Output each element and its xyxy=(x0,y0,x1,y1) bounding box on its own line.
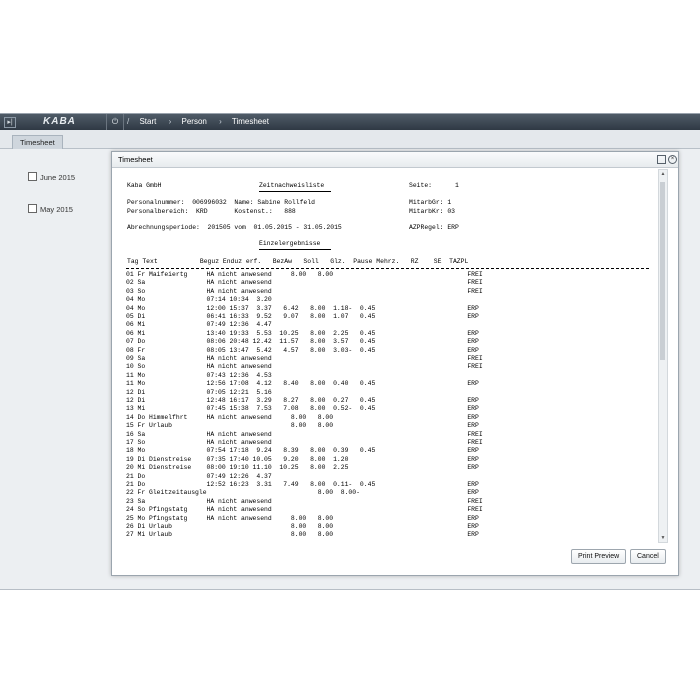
table-row: 24 So Pfingstatg HA nicht anwesend FREI xyxy=(126,506,483,514)
table-row: 17 So HA nicht anwesend FREI xyxy=(126,439,483,446)
table-row: 22 Fr Gleitzeitausgle 8.00 8.00- ERP xyxy=(126,489,479,497)
table-row: 04 Mo 12:00 15:37 3.37 6.42 8.00 1.18- 0… xyxy=(126,304,479,312)
tab-strip: Timesheet xyxy=(0,130,700,149)
table-row: 04 Mo 07:14 10:34 3.20 xyxy=(126,296,272,304)
page-number: 1 xyxy=(455,182,459,189)
table-row: 15 Fr Urlaub 8.00 8.00 ERP xyxy=(126,422,479,430)
employee-group: MitarbGr: 1 xyxy=(409,199,452,206)
breadcrumb: / Start › Person › Timesheet xyxy=(127,114,279,130)
table-row: 27 Mi Urlaub 8.00 8.00 ERP xyxy=(126,531,479,539)
maximize-icon[interactable] xyxy=(657,155,666,164)
company-name: Kaba GmbH xyxy=(127,182,162,189)
report-content: Kaba GmbH Zeitnachweisliste Seite: 1 Per… xyxy=(119,169,656,541)
dialog-titlebar: Timesheet × xyxy=(112,152,678,168)
scroll-down-icon[interactable]: ▼ xyxy=(659,534,667,542)
table-row: 03 So HA nicht anwesend FREI xyxy=(126,287,483,295)
column-header: Tag Text Beguz Enduz erf. BezAw Soll Glz… xyxy=(127,258,469,265)
dialog-title: Timesheet xyxy=(118,155,153,164)
table-row: 14 Do Himmelfhrt HA nicht anwesend 8.00 … xyxy=(126,413,479,421)
chevron-right-icon: › xyxy=(168,117,172,126)
breadcrumb-timesheet[interactable]: Timesheet xyxy=(232,117,269,126)
table-row: 10 So HA nicht anwesend FREI xyxy=(126,363,483,371)
table-row: 25 Mo Pfingstatg HA nicht anwesend 8.00 … xyxy=(126,514,479,522)
close-icon[interactable]: × xyxy=(668,155,677,164)
sidebar-item-june-2015[interactable]: June 2015 xyxy=(28,172,75,182)
cancel-button[interactable]: Cancel xyxy=(630,549,666,564)
table-row: 26 Di Urlaub 8.00 8.00 ERP xyxy=(126,523,479,530)
table-row: 12 Di 12:48 16:17 3.29 8.27 8.00 0.27 0.… xyxy=(126,397,479,404)
breadcrumb-start[interactable]: Start xyxy=(139,117,156,126)
table-row: 08 Fr 08:05 13:47 5.42 4.57 8.00 3.03- 0… xyxy=(126,346,479,354)
top-navigation-bar: ▸| KABA ⏻ / Start › Person › Timesheet xyxy=(0,114,700,130)
application-window: ▸| KABA ⏻ / Start › Person › Timesheet T… xyxy=(0,113,700,590)
table-row: 07 Do 08:06 20:48 12.42 11.57 8.00 3.57 … xyxy=(126,338,479,346)
title-underline xyxy=(259,191,331,192)
tab-timesheet[interactable]: Timesheet xyxy=(12,135,63,149)
table-row: 06 Mi 07:49 12:36 4.47 xyxy=(126,321,272,329)
scrollbar-thumb[interactable] xyxy=(660,182,665,360)
power-icon[interactable]: ⏻ xyxy=(106,114,124,130)
chevron-right-icon: › xyxy=(219,117,222,126)
employee-circle: MitarbKr: 03 xyxy=(409,208,456,215)
table-row: 21 Do 12:52 16:23 3.31 7.49 8.00 0.11- 0… xyxy=(126,481,479,488)
table-row: 11 Mo 07:43 12:36 4.53 xyxy=(126,371,272,379)
breadcrumb-person[interactable]: Person xyxy=(182,117,207,126)
table-row: 05 Di 06:41 16:33 9.52 9.07 8.00 1.07 0.… xyxy=(126,313,479,320)
header-divider xyxy=(126,268,649,269)
calendar-icon xyxy=(28,204,37,213)
table-row: 16 Sa HA nicht anwesend FREI xyxy=(126,430,483,438)
table-row: 09 Sa HA nicht anwesend FREI xyxy=(126,355,483,362)
breadcrumb-separator-icon: / xyxy=(127,117,130,126)
table-row: 20 Mi Dienstreise 08:00 19:10 11.10 10.2… xyxy=(126,464,479,472)
brand-area: ▸| KABA xyxy=(0,114,106,130)
time-rule: AZPRegel: ERP xyxy=(409,224,459,231)
sidebar-item-label: May 2015 xyxy=(40,205,73,214)
table-row: 01 Fr Maifeiertg HA nicht anwesend 8.00 … xyxy=(126,271,483,278)
table-row: 23 Sa HA nicht anwesend FREI xyxy=(126,497,483,505)
table-row: 13 Mi 07:45 15:38 7.53 7.08 8.00 0.52- 0… xyxy=(126,405,479,413)
personnel-area-line: Personalbereich: KRD Kostenst.: 888 xyxy=(127,208,296,215)
report-title: Zeitnachweisliste xyxy=(259,182,325,189)
sidebar-item-label: June 2015 xyxy=(40,173,76,182)
calendar-icon xyxy=(28,172,37,181)
table-row: 18 Mo 07:54 17:18 9.24 8.39 8.00 0.39 0.… xyxy=(126,447,479,455)
section-underline xyxy=(259,249,331,250)
table-row: 21 Do 07:49 12:26 4.37 xyxy=(126,472,272,480)
sidebar-item-may-2015[interactable]: May 2015 xyxy=(28,204,73,214)
billing-period-line: Abrechnungsperiode: 201505 vom 01.05.201… xyxy=(127,224,342,231)
print-preview-button[interactable]: Print Preview xyxy=(571,549,627,564)
personnel-number-line: Personalnummer: 006996032 Name: Sabine R… xyxy=(127,199,315,206)
page-label: Seite: xyxy=(409,182,433,189)
table-row: 06 Mi 13:40 19:33 5.53 10.25 8.00 2.25 0… xyxy=(126,329,479,337)
menu-toggle-icon[interactable]: ▸| xyxy=(4,117,16,128)
table-row: 12 Di 07:05 12:21 5.16 xyxy=(126,388,272,396)
vertical-scrollbar[interactable]: ▲ ▼ xyxy=(658,169,668,543)
scroll-up-icon[interactable]: ▲ xyxy=(659,170,667,178)
timesheet-dialog: Timesheet × Kaba GmbH Zeitnachweisliste … xyxy=(111,151,679,576)
kaba-logo: KABA xyxy=(43,116,76,127)
section-heading: Einzelergebnisse xyxy=(259,240,321,247)
table-row: 19 Di Dienstreise 07:35 17:40 10.05 9.20… xyxy=(126,455,479,463)
table-row: 11 Mo 12:56 17:08 4.12 8.40 8.00 0.40 0.… xyxy=(126,380,479,388)
table-row: 02 Sa HA nicht anwesend FREI xyxy=(126,279,483,287)
